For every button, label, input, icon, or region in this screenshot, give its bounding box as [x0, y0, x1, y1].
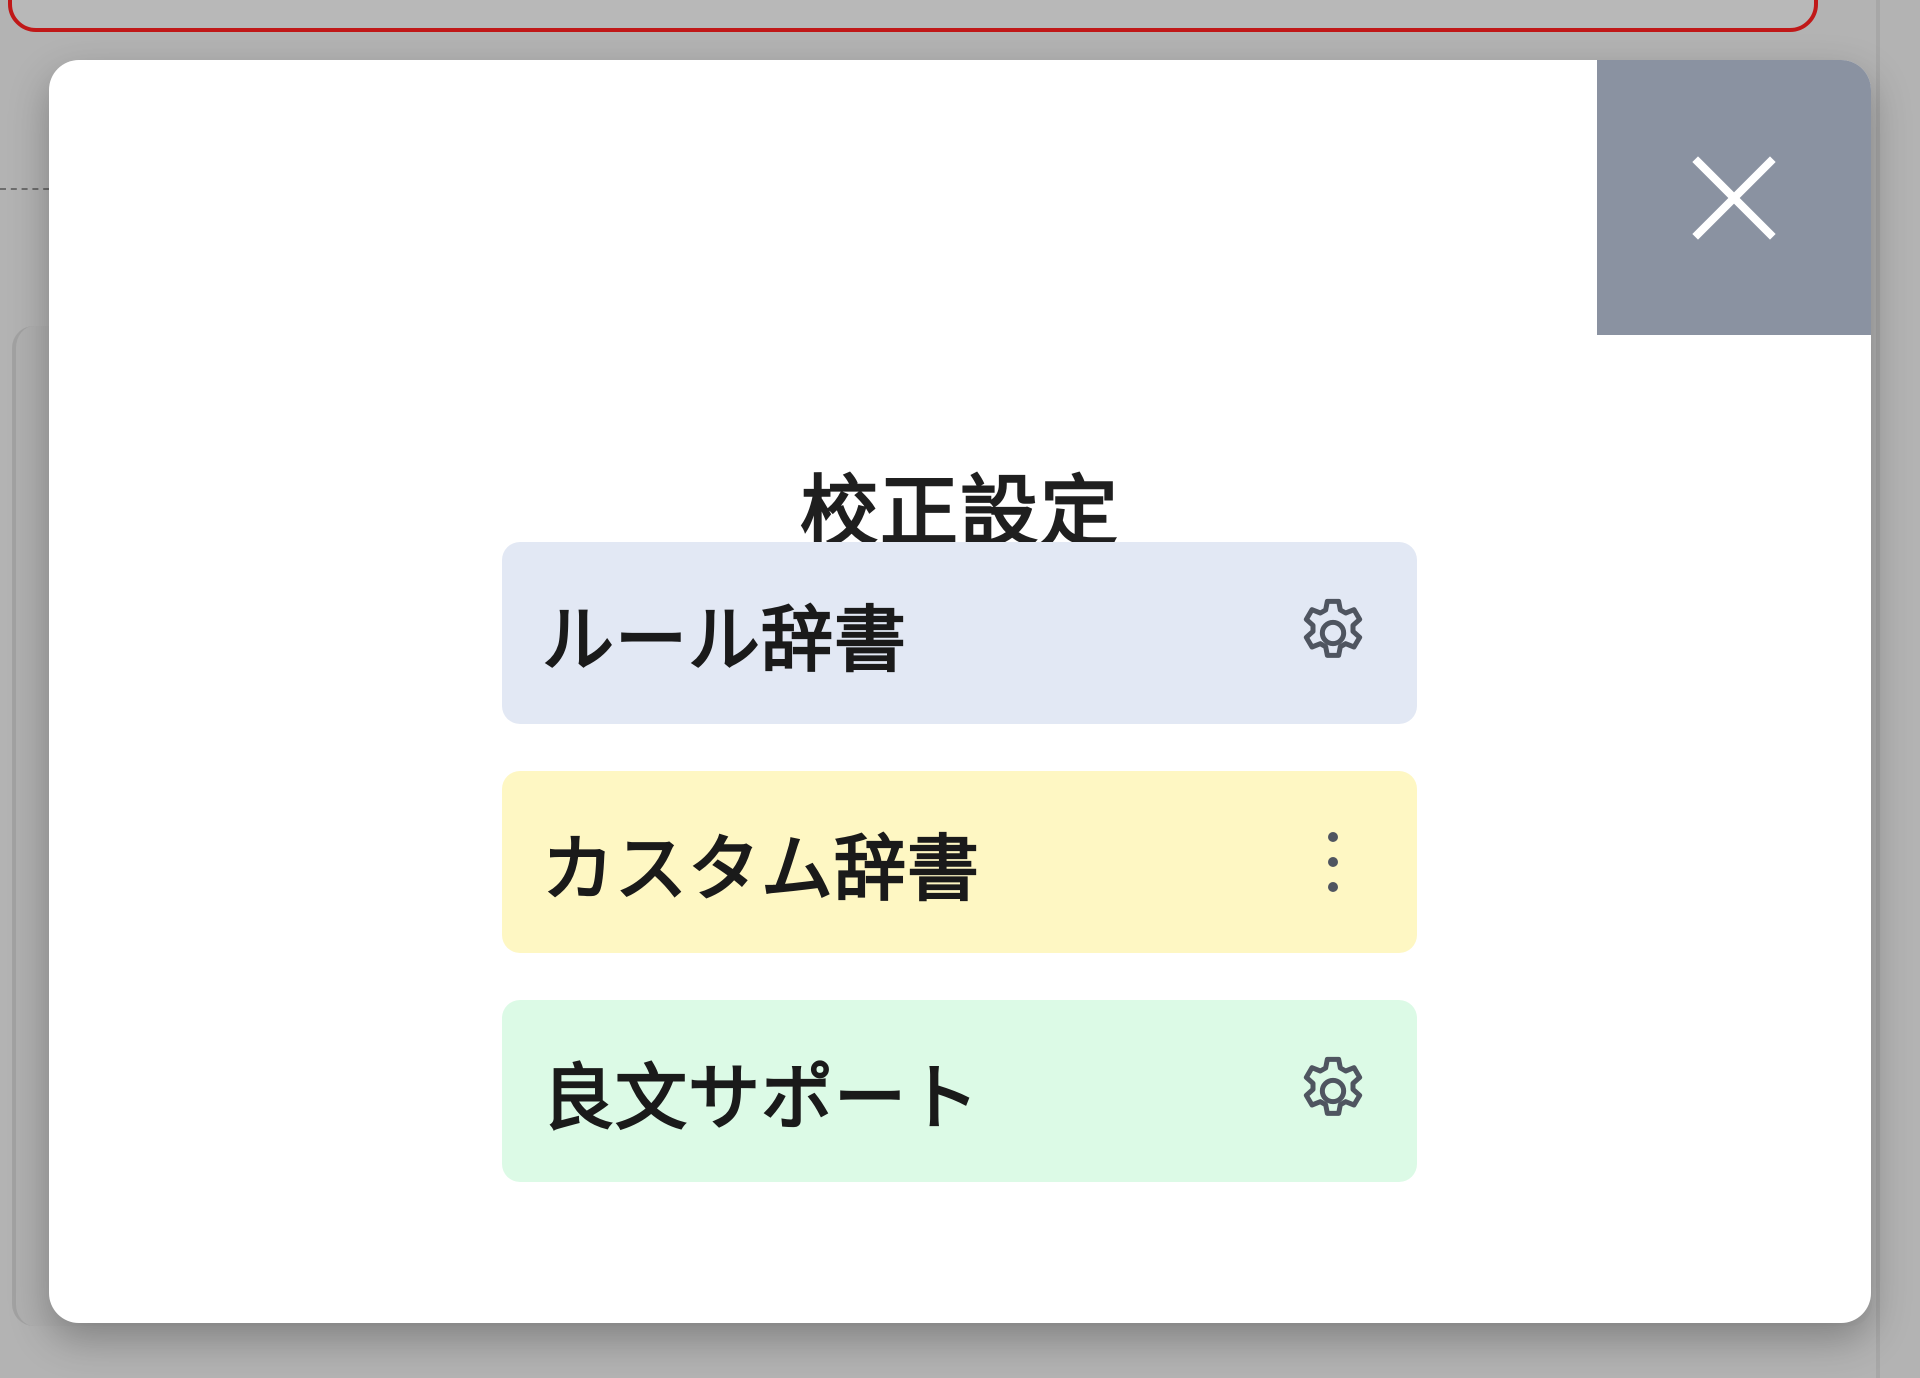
close-button[interactable]: [1597, 60, 1871, 335]
setting-label: 良文サポート: [542, 1055, 981, 1140]
rule-dictionary-settings-button[interactable]: [1291, 591, 1375, 675]
background-text-field: [8, 0, 1818, 32]
setting-label: ルール辞書: [542, 597, 908, 682]
setting-row-rule-dictionary[interactable]: ルール辞書: [502, 542, 1417, 724]
gear-icon: [1303, 598, 1363, 658]
setting-row-custom-dictionary[interactable]: カスタム辞書: [502, 771, 1417, 953]
writing-support-settings-button[interactable]: [1291, 1049, 1375, 1133]
settings-modal: 校正設定 ルール辞書 カスタム辞書 良文サポート: [49, 60, 1871, 1323]
gear-icon: [1303, 1056, 1363, 1116]
setting-row-writing-support[interactable]: 良文サポート: [502, 1000, 1417, 1182]
background-scrollbar-edge: [1876, 0, 1880, 1378]
settings-list: ルール辞書 カスタム辞書 良文サポート: [502, 542, 1417, 1182]
more-vertical-icon: [1328, 832, 1338, 892]
custom-dictionary-menu-button[interactable]: [1291, 820, 1375, 904]
setting-label: カスタム辞書: [542, 826, 981, 911]
close-icon: [1692, 155, 1776, 240]
